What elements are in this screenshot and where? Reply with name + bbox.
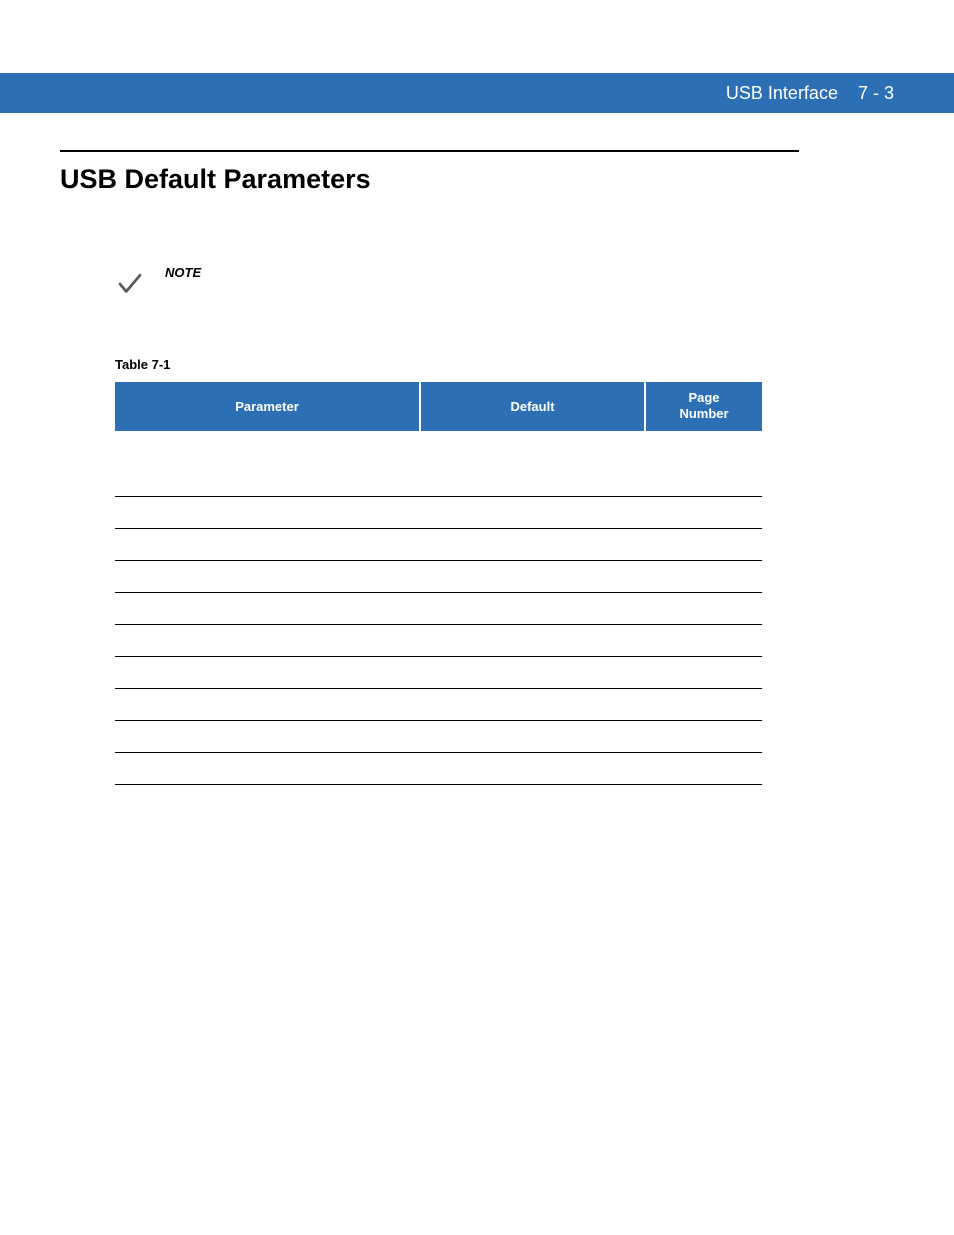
cell-parameter: [115, 593, 420, 625]
cell-default: [420, 593, 645, 625]
section-title: USB Default Parameters: [60, 164, 799, 195]
table-row: [115, 561, 762, 593]
cell-parameter: [115, 465, 420, 497]
table-row: [115, 657, 762, 689]
cell-parameter: [115, 721, 420, 753]
cell-page: [645, 465, 762, 497]
cell-default: [420, 753, 645, 785]
table-row: [115, 497, 762, 529]
page-content: USB Default Parameters NOTE Table 7-1 Pa…: [60, 150, 799, 785]
cell-page: [645, 497, 762, 529]
cell-default: [420, 657, 645, 689]
cell-default: [420, 721, 645, 753]
page-number-line2: Number: [679, 406, 728, 421]
cell-parameter: [115, 689, 420, 721]
table-row: [115, 721, 762, 753]
cell-default: [420, 529, 645, 561]
table-caption: Table 7-1: [115, 357, 799, 372]
cell-parameter: [115, 625, 420, 657]
cell-parameter: [115, 561, 420, 593]
table-body: [115, 431, 762, 785]
cell-parameter: [115, 497, 420, 529]
table-row: [115, 593, 762, 625]
section-rule: [60, 150, 799, 152]
cell-default: [420, 561, 645, 593]
table-row: [115, 465, 762, 497]
cell-default: [420, 465, 645, 497]
table-row: [115, 529, 762, 561]
cell-page: [645, 721, 762, 753]
cell-page: [645, 753, 762, 785]
cell-default: [420, 689, 645, 721]
cell-page: [645, 625, 762, 657]
cell-page: [645, 657, 762, 689]
cell-parameter: [115, 529, 420, 561]
header-page-ref: 7 - 3: [858, 83, 894, 104]
cell-page: [645, 593, 762, 625]
col-header-parameter: Parameter: [115, 382, 420, 431]
cell-page: [645, 561, 762, 593]
table-row: [115, 625, 762, 657]
page-number-line1: Page: [688, 390, 719, 405]
header-title: USB Interface: [726, 83, 838, 104]
cell-page: [645, 689, 762, 721]
parameters-table: Parameter Default Page Number: [115, 382, 762, 785]
note-label: NOTE: [165, 265, 201, 280]
col-header-default: Default: [420, 382, 645, 431]
cell-default: [420, 625, 645, 657]
table-header-row: Parameter Default Page Number: [115, 382, 762, 431]
table-row: [115, 753, 762, 785]
cell-parameter: [115, 657, 420, 689]
note-block: NOTE: [115, 265, 799, 299]
table-row: [115, 689, 762, 721]
page-header: USB Interface 7 - 3: [0, 73, 954, 113]
check-icon: [115, 269, 145, 299]
col-header-page-number: Page Number: [645, 382, 762, 431]
cell-parameter: [115, 753, 420, 785]
cell-default: [420, 497, 645, 529]
cell-page: [645, 529, 762, 561]
table-section-row: [115, 431, 762, 465]
